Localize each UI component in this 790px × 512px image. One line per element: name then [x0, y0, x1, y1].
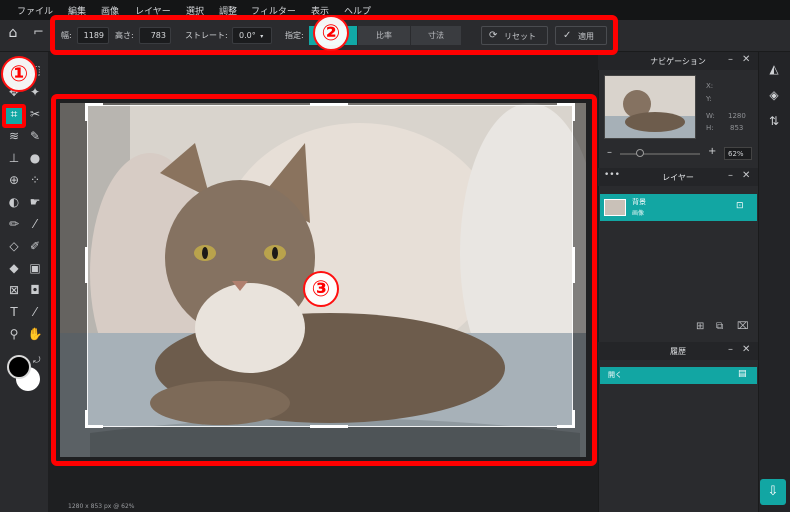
- blur-icon[interactable]: ⁘: [25, 170, 45, 190]
- layer-row[interactable]: 背景 画像 ⊡: [600, 194, 757, 221]
- minimize-icon[interactable]: –: [728, 54, 733, 65]
- minimize-icon[interactable]: –: [728, 344, 733, 355]
- annotation-box-1: [2, 104, 26, 128]
- trash-icon[interactable]: ⌧: [737, 321, 749, 332]
- swap-colors-icon[interactable]: ⤾: [33, 356, 41, 366]
- layer-type: 画像: [632, 210, 645, 217]
- nav-x-label: X:: [706, 82, 714, 90]
- zoom-out-icon[interactable]: –: [607, 147, 612, 158]
- replace-color-icon[interactable]: ✐: [25, 236, 45, 256]
- navigation-title: ナビゲーション: [650, 57, 706, 66]
- nav-h-value: 853: [730, 124, 744, 132]
- nav-w-label: W:: [706, 112, 715, 120]
- navigation-thumbnail-image: [605, 76, 695, 138]
- foreground-color-swatch[interactable]: [7, 355, 31, 379]
- navigation-panel-header: ナビゲーション – ✕: [598, 52, 758, 70]
- nav-h-label: H:: [706, 124, 714, 132]
- history-title: 履歴: [670, 347, 686, 356]
- layers-icon[interactable]: ◈: [766, 88, 782, 104]
- annotation-number-3: ③: [303, 271, 339, 307]
- hand-icon[interactable]: ✋: [25, 324, 45, 344]
- annotation-number-1: ①: [1, 56, 37, 92]
- history-item[interactable]: 開く ▤: [600, 367, 757, 384]
- brush-icon[interactable]: ⁄: [25, 214, 45, 234]
- home-icon[interactable]: ⌂: [5, 25, 21, 41]
- navigation-thumbnail[interactable]: [604, 75, 696, 139]
- zoom-slider-handle[interactable]: [636, 149, 644, 157]
- frame-icon[interactable]: ⊠: [4, 280, 24, 300]
- menu-file[interactable]: ファイル: [17, 4, 53, 17]
- eyedropper-icon[interactable]: ⁄: [25, 302, 45, 322]
- smudge-icon[interactable]: ☛: [25, 192, 45, 212]
- stamp-icon[interactable]: ⊥: [4, 148, 24, 168]
- fill-icon[interactable]: ◆: [4, 258, 24, 278]
- close-icon[interactable]: ✕: [742, 344, 750, 355]
- nav-y-label: Y:: [706, 95, 712, 103]
- adjust-icon[interactable]: ◭: [766, 62, 782, 78]
- add-layer-icon[interactable]: ⊞: [696, 321, 704, 332]
- crop-header-icon: ⌐: [33, 25, 44, 40]
- history-item-label: 開く: [608, 371, 622, 379]
- layers-panel-header: ••• レイヤー – ✕: [598, 168, 758, 186]
- duplicate-layer-icon[interactable]: ⧉: [716, 321, 723, 332]
- close-icon[interactable]: ✕: [742, 170, 750, 181]
- heal-icon[interactable]: ✎: [25, 126, 45, 146]
- pencil-icon[interactable]: ✏: [4, 214, 24, 234]
- zoom-slider[interactable]: [620, 153, 700, 155]
- drop-icon[interactable]: ●: [25, 148, 45, 168]
- liquify-icon[interactable]: ≋: [4, 126, 24, 146]
- gradient-icon[interactable]: ▣: [25, 258, 45, 278]
- eraser-icon[interactable]: ◇: [4, 236, 24, 256]
- scissors-icon[interactable]: ✂: [25, 104, 45, 124]
- history-panel-header: 履歴 – ✕: [598, 342, 758, 360]
- status-bar: 1280 x 853 px @ 62%: [68, 503, 135, 510]
- annotation-number-2: ②: [313, 15, 349, 51]
- zoom-in-icon[interactable]: +: [708, 146, 716, 157]
- layer-name: 背景: [632, 198, 646, 206]
- close-icon[interactable]: ✕: [742, 54, 750, 65]
- nav-w-value: 1280: [728, 112, 746, 120]
- minimize-icon[interactable]: –: [728, 170, 733, 181]
- document-icon: ▤: [738, 369, 747, 379]
- zoom-icon[interactable]: ⚲: [4, 324, 24, 344]
- zoom-input[interactable]: 62%: [724, 147, 752, 160]
- layer-thumbnail: [604, 199, 626, 216]
- text-icon[interactable]: T: [4, 302, 24, 322]
- lock-icon[interactable]: ⊡: [736, 201, 744, 211]
- settings-icon[interactable]: ⇅: [766, 114, 782, 130]
- export-icon[interactable]: ⇩: [760, 479, 786, 505]
- layers-title: レイヤー: [662, 173, 694, 182]
- sponge-icon[interactable]: ⊕: [4, 170, 24, 190]
- shape-icon[interactable]: ◘: [25, 280, 45, 300]
- dodge-icon[interactable]: ◐: [4, 192, 24, 212]
